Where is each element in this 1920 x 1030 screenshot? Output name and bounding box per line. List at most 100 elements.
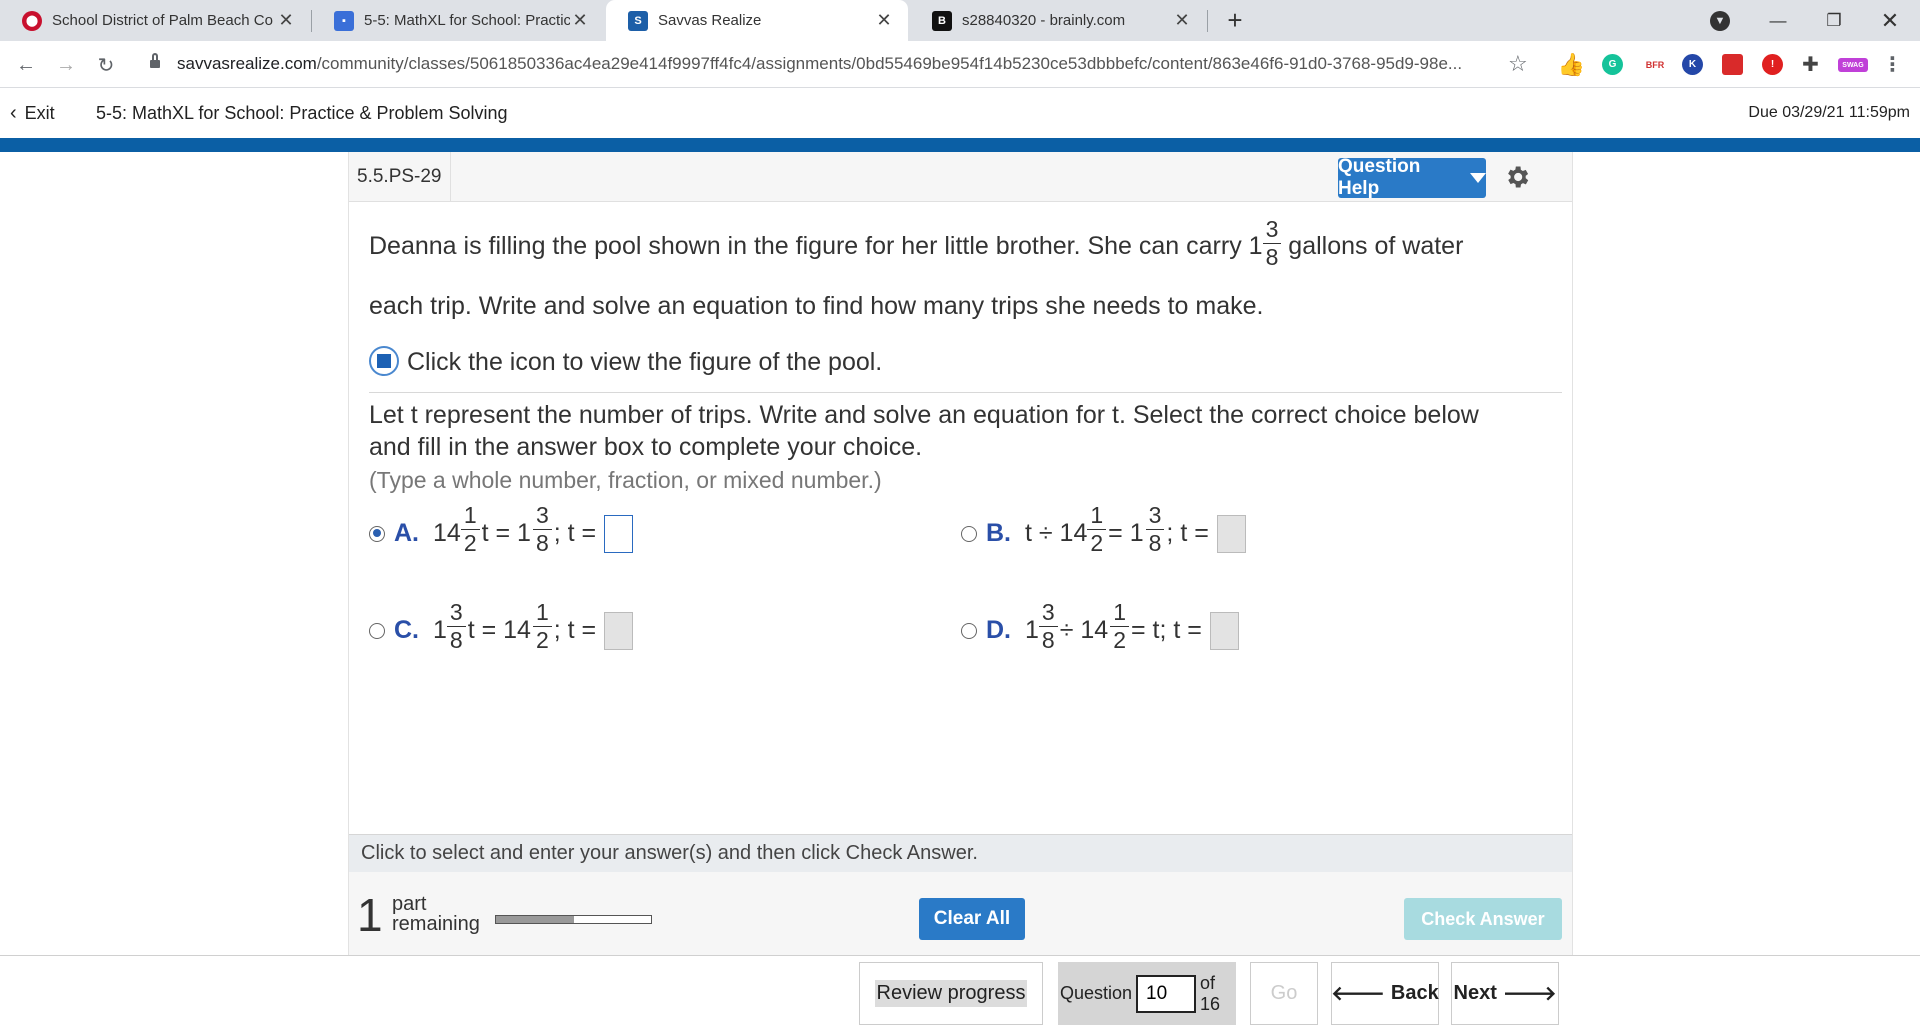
bfr-extension-icon[interactable]: BFR bbox=[1642, 54, 1668, 75]
new-tab-plus-icon[interactable]: + bbox=[1220, 0, 1250, 41]
whole-number: 1 bbox=[433, 616, 447, 644]
address-bar[interactable]: savvasrealize.com/community/classes/5061… bbox=[177, 54, 1462, 74]
question-help-button[interactable]: Question Help bbox=[1338, 156, 1486, 199]
choice-b[interactable]: B. t ÷ 14 1 2 = 1 3 8; t = bbox=[961, 504, 1246, 561]
fraction: 38 bbox=[532, 502, 552, 557]
fraction-denominator: 8 bbox=[535, 530, 549, 556]
review-progress-button[interactable]: Review progress bbox=[859, 962, 1043, 1025]
exit-button[interactable]: ‹ Exit bbox=[10, 102, 55, 125]
back-label: Back bbox=[1390, 982, 1439, 1004]
tab-title: Savvas Realize bbox=[658, 12, 762, 29]
tab-separator bbox=[1207, 10, 1208, 32]
forward-arrow-icon[interactable]: → bbox=[50, 49, 82, 81]
problem-text: Deanna is filling the pool shown in the … bbox=[369, 232, 1263, 261]
question-number-input[interactable] bbox=[1136, 974, 1197, 1013]
url-host: savvasrealize.com bbox=[177, 54, 317, 73]
fraction-denominator: 2 bbox=[1090, 530, 1104, 556]
puzzle-extension-icon[interactable]: ✚ bbox=[1800, 54, 1821, 76]
browser-tab-palm-beach[interactable]: ⬤ School District of Palm Beach Co ✕ bbox=[0, 0, 310, 41]
fraction: 38 bbox=[446, 599, 466, 654]
fraction-denominator: 8 bbox=[449, 627, 463, 653]
choice-letter: D. bbox=[986, 616, 1011, 644]
equation-text: t = 1 bbox=[481, 519, 531, 547]
close-tab-icon[interactable]: ✕ bbox=[570, 10, 590, 31]
k-extension-icon[interactable]: K bbox=[1682, 54, 1703, 75]
choice-c-radio[interactable] bbox=[369, 622, 385, 639]
close-tab-icon[interactable]: ✕ bbox=[276, 10, 296, 31]
close-window-icon[interactable]: ✕ bbox=[1860, 0, 1920, 41]
fraction-denominator: 8 bbox=[1265, 244, 1279, 270]
due-date: Due 03/29/21 11:59pm bbox=[1748, 104, 1910, 121]
problem-statement-line1: Deanna is filling the pool shown in the … bbox=[369, 218, 1463, 275]
alert-extension-icon[interactable]: ! bbox=[1762, 54, 1783, 75]
choice-letter: C. bbox=[394, 616, 419, 644]
fraction-numerator: 3 bbox=[1145, 502, 1165, 530]
fraction-numerator: 1 bbox=[1110, 599, 1129, 627]
progress-bar bbox=[495, 915, 652, 924]
figure-icon[interactable] bbox=[369, 346, 399, 377]
swag-extension-icon[interactable]: SWAG bbox=[1838, 58, 1868, 72]
choice-a-radio[interactable] bbox=[369, 525, 385, 542]
parts-remaining-label: part remaining bbox=[392, 894, 480, 934]
red-extension-icon[interactable] bbox=[1722, 54, 1743, 75]
question-toolbar: 5.5.PS-29 Question Help bbox=[349, 152, 1572, 202]
question-id: 5.5.PS-29 bbox=[349, 152, 451, 202]
instruction-bar: Click to select and enter your answer(s)… bbox=[349, 834, 1572, 872]
clear-all-button[interactable]: Clear All bbox=[919, 898, 1025, 940]
choice-a-answer-box[interactable] bbox=[604, 514, 634, 553]
check-answer-button[interactable]: Check Answer bbox=[1404, 898, 1562, 940]
chevron-left-icon: ‹ bbox=[10, 102, 17, 124]
restore-icon[interactable]: ❐ bbox=[1804, 0, 1864, 41]
choice-d-answer-box[interactable] bbox=[1209, 611, 1239, 650]
close-tab-icon[interactable]: ✕ bbox=[1172, 10, 1192, 31]
choice-d[interactable]: D. 1 3 8 ÷ 14 1 2 = t; t = bbox=[961, 601, 1239, 658]
reload-icon[interactable]: ↻ bbox=[90, 49, 122, 81]
question-label: Question bbox=[1060, 983, 1133, 1003]
fraction-denominator: 2 bbox=[535, 627, 549, 653]
equation-text: ; t = bbox=[553, 519, 597, 547]
equation-text: = 1 bbox=[1108, 519, 1144, 547]
fraction-numerator: 1 bbox=[1087, 502, 1107, 530]
grammarly-extension-icon[interactable]: G bbox=[1602, 54, 1623, 75]
choice-c-answer-box[interactable] bbox=[604, 611, 634, 650]
fraction-denominator: 2 bbox=[1113, 627, 1126, 653]
back-arrow-icon[interactable]: ← bbox=[10, 49, 42, 81]
go-button[interactable]: Go bbox=[1250, 962, 1318, 1025]
question-help-label: Question Help bbox=[1338, 156, 1421, 199]
mathxl-favicon-icon: ▪ bbox=[334, 10, 354, 31]
whole-number: 14 bbox=[433, 519, 461, 547]
problem-statement-line2: each trip. Write and solve an equation t… bbox=[369, 292, 1264, 320]
fraction-denominator: 2 bbox=[463, 530, 477, 556]
choice-c[interactable]: C. 138t = 14 1 2; t = bbox=[369, 601, 634, 658]
fraction-denominator: 8 bbox=[1041, 627, 1055, 653]
choice-b-answer-box[interactable] bbox=[1216, 514, 1246, 553]
browser-tab-savvas[interactable]: S Savvas Realize ✕ bbox=[606, 0, 908, 41]
browser-tab-mathxl[interactable]: ▪ 5-5: MathXL for School: Practice ✕ bbox=[312, 0, 604, 41]
browser-menu-icon[interactable]: ⋮ bbox=[1882, 54, 1903, 76]
next-button[interactable]: Next 🡒 bbox=[1451, 962, 1559, 1025]
assignment-header: ‹ Exit 5-5: MathXL for School: Practice … bbox=[0, 89, 1920, 138]
thumbs-up-extension-icon[interactable]: 👍 bbox=[1558, 52, 1585, 77]
equation-text: ; t = bbox=[1166, 519, 1209, 547]
figure-link-text: Click the icon to view the figure of the… bbox=[407, 348, 883, 376]
bookmark-star-icon[interactable]: ☆ bbox=[1508, 51, 1528, 77]
choice-b-radio[interactable] bbox=[961, 525, 977, 542]
choice-d-radio[interactable] bbox=[961, 622, 977, 639]
fraction-numerator: 1 bbox=[460, 502, 480, 530]
exit-label: Exit bbox=[24, 103, 55, 123]
fraction-numerator: 3 bbox=[1038, 599, 1058, 627]
equation-text: = t; t = bbox=[1130, 616, 1202, 644]
fraction-numerator: 1 bbox=[532, 599, 552, 627]
prompt-line1: Let t represent the number of trips. Wri… bbox=[369, 401, 1479, 429]
minimize-icon[interactable]: — bbox=[1748, 0, 1808, 41]
choice-a[interactable]: A. 14 1 2 t = 1 3 8; t = bbox=[369, 504, 634, 561]
browser-tab-strip: ⬤ School District of Palm Beach Co ✕ ▪ 5… bbox=[0, 0, 1920, 41]
tab-search-icon[interactable]: ▼ bbox=[1690, 0, 1750, 41]
browser-tab-brainly[interactable]: B s28840320 - brainly.com ✕ bbox=[910, 0, 1206, 41]
fraction-numerator: 3 bbox=[446, 599, 466, 627]
gear-icon[interactable] bbox=[1503, 163, 1531, 191]
back-button[interactable]: 🡐 Back bbox=[1331, 962, 1439, 1025]
figure-link[interactable]: Click the icon to view the figure of the… bbox=[369, 346, 883, 378]
close-tab-icon[interactable]: ✕ bbox=[874, 10, 894, 31]
savvas-favicon-icon: S bbox=[628, 10, 648, 31]
